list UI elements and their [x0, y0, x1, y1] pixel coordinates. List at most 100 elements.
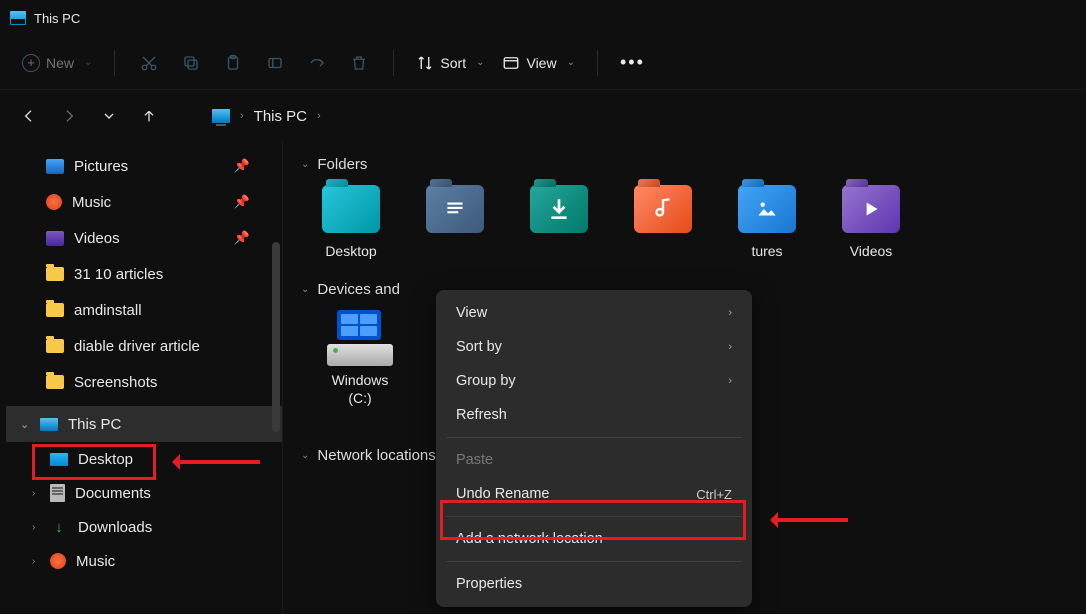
chevron-down-icon: ⌄: [301, 159, 309, 170]
sidebar-item-downloads[interactable]: › ↓ Downloads: [6, 510, 282, 544]
drive-c[interactable]: Windows(C:): [315, 310, 405, 407]
sidebar-item-label: This PC: [68, 416, 121, 433]
folder-pictures[interactable]: tures: [731, 185, 803, 259]
address-bar[interactable]: › This PC ›: [202, 102, 331, 131]
folder-desktop[interactable]: Desktop: [315, 185, 387, 259]
documents-folder-icon: [426, 185, 484, 233]
music-folder-icon: [634, 185, 692, 233]
separator: [114, 50, 115, 76]
sidebar-item-folder[interactable]: 31 10 articles: [6, 256, 282, 292]
ctx-refresh[interactable]: Refresh: [436, 398, 752, 432]
sidebar-item-label: diable driver article: [74, 338, 200, 355]
chevron-right-icon: ›: [32, 488, 35, 499]
sidebar-item-label: Music: [76, 553, 115, 570]
sidebar-item-label: Screenshots: [74, 374, 157, 391]
folder-label: tures: [751, 243, 782, 259]
group-folders[interactable]: ⌄ Folders: [301, 156, 1086, 173]
sidebar-item-desktop[interactable]: › Desktop: [6, 442, 282, 476]
shortcut-label: Ctrl+Z: [696, 487, 732, 502]
new-button[interactable]: + New ⌄: [16, 45, 98, 81]
folder-music[interactable]: [627, 185, 699, 259]
folder-label: Desktop: [325, 243, 376, 259]
chevron-down-icon: ⌄: [301, 450, 309, 461]
ctx-sort-by[interactable]: Sort by›: [436, 330, 752, 364]
desktop-icon: [50, 453, 68, 466]
sidebar-item-folder[interactable]: amdinstall: [6, 292, 282, 328]
recent-button[interactable]: [98, 105, 120, 127]
chevron-down-icon: ⌄: [476, 57, 484, 68]
sidebar: Pictures 📌 Music 📌 Videos 📌 31 10 articl…: [0, 142, 282, 614]
videos-icon: [46, 231, 64, 246]
sidebar-item-folder[interactable]: Screenshots: [6, 364, 282, 400]
chevron-right-icon: ›: [32, 454, 35, 465]
chevron-down-icon: ⌄: [20, 418, 29, 431]
nav-row: › This PC ›: [0, 90, 1086, 142]
sidebar-item-label: Videos: [74, 230, 120, 247]
chevron-right-icon: ›: [728, 307, 732, 319]
pictures-icon: [46, 159, 64, 174]
folder-documents[interactable]: [419, 185, 491, 259]
ctx-group-by[interactable]: Group by›: [436, 364, 752, 398]
ctx-undo-rename[interactable]: Undo RenameCtrl+Z: [436, 477, 752, 511]
folder-icon: [46, 339, 64, 353]
chevron-right-icon: ›: [240, 110, 244, 122]
ctx-paste: Paste: [436, 443, 752, 477]
annotation-arrow: [774, 518, 848, 522]
sidebar-item-label: Downloads: [78, 519, 152, 536]
sidebar-item-music[interactable]: Music 📌: [6, 184, 282, 220]
sidebar-item-pictures[interactable]: Pictures 📌: [6, 148, 282, 184]
copy-button[interactable]: [173, 45, 209, 81]
chevron-right-icon: ›: [728, 341, 732, 353]
view-button[interactable]: View ⌄: [496, 45, 580, 81]
breadcrumb-root[interactable]: This PC: [254, 108, 307, 125]
this-pc-icon: [40, 418, 58, 431]
folders-row: Desktop tures Videos: [301, 185, 1086, 259]
view-label: View: [526, 55, 556, 71]
pictures-folder-icon: [738, 185, 796, 233]
videos-folder-icon: [842, 185, 900, 233]
sidebar-item-label: Pictures: [74, 158, 128, 175]
ctx-properties[interactable]: Properties: [436, 567, 752, 601]
up-button[interactable]: [138, 105, 160, 127]
toolbar: + New ⌄ Sort ⌄ View ⌄ •••: [0, 36, 1086, 90]
rename-button[interactable]: [257, 45, 293, 81]
ctx-add-network-location[interactable]: Add a network location: [436, 522, 752, 556]
share-button[interactable]: [299, 45, 335, 81]
folder-icon: [46, 375, 64, 389]
chevron-right-icon: ›: [32, 522, 35, 533]
chevron-down-icon: ⌄: [301, 284, 309, 295]
folder-label: Videos: [850, 243, 893, 259]
sort-button[interactable]: Sort ⌄: [410, 45, 490, 81]
back-button[interactable]: [18, 105, 40, 127]
sidebar-item-folder[interactable]: diable driver article: [6, 328, 282, 364]
sidebar-item-documents[interactable]: › Documents: [6, 476, 282, 510]
separator: [597, 50, 598, 76]
sidebar-item-label: Desktop: [78, 451, 133, 468]
more-button[interactable]: •••: [614, 45, 651, 81]
pin-icon: 📌: [234, 194, 250, 210]
ctx-view[interactable]: View›: [436, 296, 752, 330]
sidebar-item-label: 31 10 articles: [74, 266, 163, 283]
sidebar-item-this-pc[interactable]: ⌄ This PC: [6, 406, 282, 442]
folder-videos[interactable]: Videos: [835, 185, 907, 259]
sidebar-item-videos[interactable]: Videos 📌: [6, 220, 282, 256]
titlebar: This PC: [0, 0, 1086, 36]
scrollbar[interactable]: [272, 242, 280, 432]
group-label: Devices and: [317, 281, 400, 298]
downloads-icon: ↓: [50, 518, 68, 536]
group-label: Network locations: [317, 447, 435, 464]
separator: [446, 561, 742, 562]
sidebar-item-label: Documents: [75, 485, 151, 502]
pin-icon: 📌: [234, 230, 250, 246]
cut-button[interactable]: [131, 45, 167, 81]
separator: [393, 50, 394, 76]
forward-button[interactable]: [58, 105, 80, 127]
sort-label: Sort: [440, 55, 466, 71]
documents-icon: [50, 484, 65, 502]
desktop-folder-icon: [322, 185, 380, 233]
sidebar-item-music[interactable]: ›Music: [6, 544, 282, 578]
delete-button[interactable]: [341, 45, 377, 81]
folder-downloads[interactable]: [523, 185, 595, 259]
group-label: Folders: [317, 156, 367, 173]
paste-button[interactable]: [215, 45, 251, 81]
